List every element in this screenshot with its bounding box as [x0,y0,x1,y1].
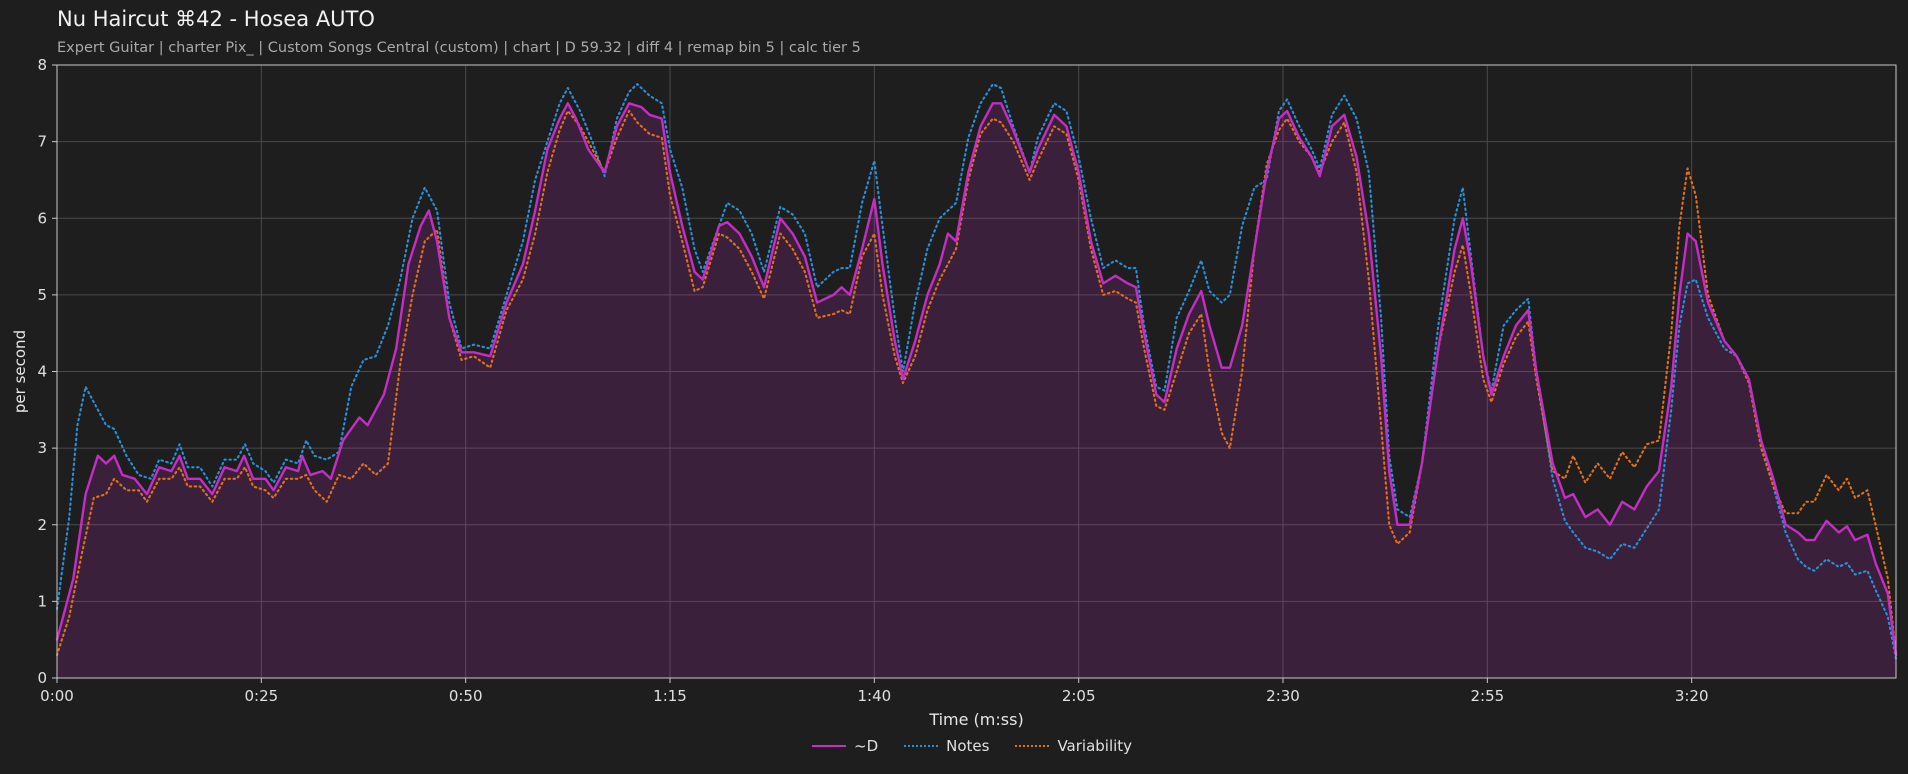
y-tick-label: 1 [37,592,47,610]
series-area-d [57,103,1896,678]
y-tick-label: 0 [37,669,47,687]
x-tick-label: 1:15 [653,687,687,705]
x-tick-label: 0:25 [244,687,278,705]
legend-swatch-icon [812,745,846,747]
legend-label: Notes [946,737,990,755]
legend: ~D Notes Variability [812,737,1132,755]
y-tick-label: 5 [37,286,47,304]
legend-item-d: ~D [812,737,878,755]
y-tick-label: 2 [37,516,47,534]
legend-item-notes: Notes [904,737,989,755]
y-tick-label: 6 [37,209,47,227]
legend-label: Variability [1057,737,1133,755]
x-tick-label: 2:05 [1062,687,1096,705]
x-tick-label: 3:20 [1675,687,1709,705]
legend-item-variability: Variability [1015,737,1132,755]
legend-label: ~D [854,737,879,755]
y-tick-label: 7 [37,133,47,151]
x-tick-label: 2:55 [1470,687,1504,705]
x-axis-label: Time (m:ss) [928,710,1023,729]
legend-swatch-icon [1015,745,1050,747]
x-tick-label: 1:40 [857,687,891,705]
x-tick-label: 0:50 [449,687,483,705]
x-tick-label: 2:30 [1266,687,1300,705]
y-tick-label: 8 [37,56,47,74]
y-axis-label: per second [11,330,29,413]
y-tick-label: 4 [37,363,47,381]
legend-swatch-icon [904,745,939,747]
x-tick-label: 0:00 [40,687,74,705]
series-layer [55,83,1898,678]
y-tick-label: 3 [37,439,47,457]
line-chart: 0:00 0:25 0:50 1:15 1:40 2:05 2:30 2:55 3:20 0 1 2 3… [11,56,1898,729]
